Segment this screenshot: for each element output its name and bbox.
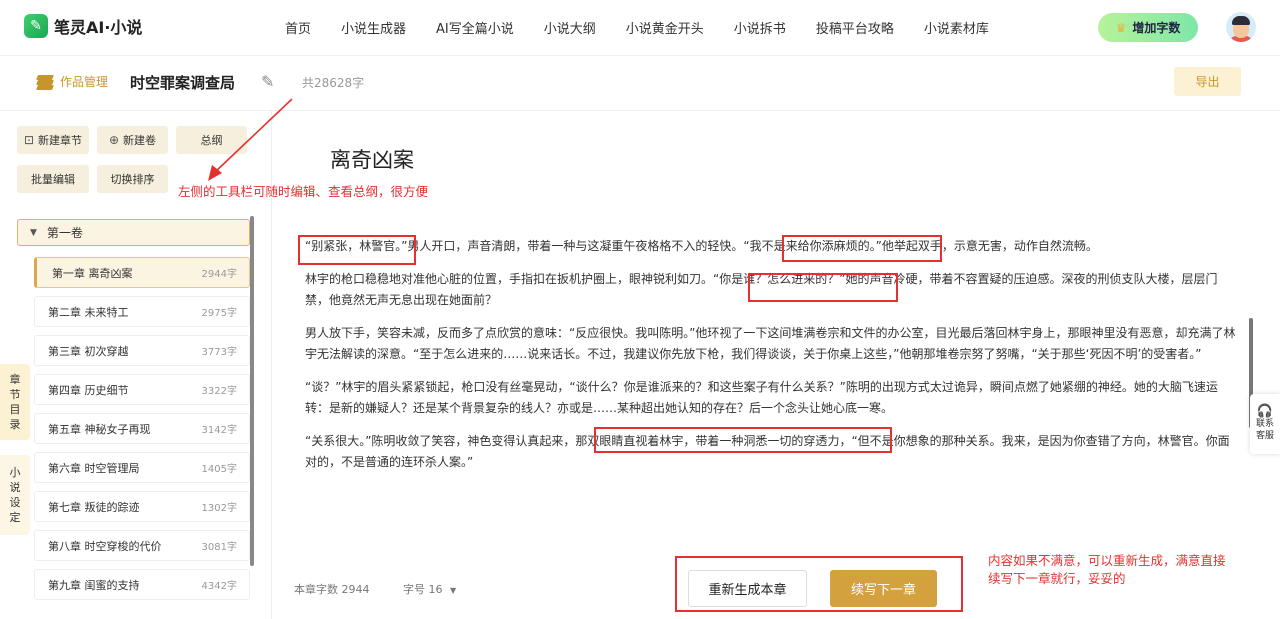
chapter-item[interactable]: 第六章 时空管理局 1405字: [34, 452, 250, 483]
switch-sort-button[interactable]: 切换排序: [97, 165, 168, 193]
chapter-item[interactable]: 第七章 叛徒的踪迹 1302字: [34, 491, 250, 522]
chapter-item[interactable]: 第八章 时空穿梭的代价 3081字: [34, 530, 250, 561]
work-header: 作品管理 时空罪案调查局 ✎ 共28628字 导出: [0, 56, 1280, 111]
chapter-label: 第三章 初次穿越: [48, 344, 129, 358]
tab-char: 录: [9, 418, 21, 431]
plus-circle-icon: ⊕: [108, 133, 120, 147]
chapter-word-count: 2944字: [201, 269, 237, 280]
layers-icon: [36, 74, 54, 90]
volume-header[interactable]: ▼ 第一卷: [17, 219, 250, 246]
chapter-list: 第一章 离奇凶案 2944字 第二章 未来特工 2975字 第三章 初次穿越 3773…: [34, 257, 250, 608]
novel-settings-tab[interactable]: 小 说 设 定: [0, 455, 30, 535]
chapter-item[interactable]: 第五章 神秘女子再现 3142字: [34, 413, 250, 444]
highlight-box: [594, 427, 892, 453]
chapter-word-count: 3322字: [201, 386, 237, 397]
chapter-word-count: 2975字: [201, 308, 237, 319]
tab-char: 章: [9, 373, 21, 386]
nav-item-home[interactable]: 首页: [270, 18, 326, 37]
sidebar-scrollbar[interactable]: [250, 216, 254, 566]
nav-item-material-library[interactable]: 小说素材库: [909, 18, 1004, 37]
tab-char: 定: [9, 511, 21, 524]
highlight-box: [782, 235, 942, 262]
paragraph: “谈？”林宇的眉头紧紧锁起，枪口没有丝毫晃动，“谈什么？你是谁派来的？和这些案子…: [305, 379, 1218, 416]
new-chapter-button[interactable]: ⊡ 新建章节: [17, 126, 89, 154]
nav-item-golden-opening[interactable]: 小说黄金开头: [611, 18, 719, 37]
chapter-catalog-tab[interactable]: 章 节 目 录: [0, 364, 30, 440]
user-avatar[interactable]: [1226, 12, 1256, 42]
chapter-label: 第二章 未来特工: [48, 305, 129, 319]
caret-down-icon: ▼: [30, 227, 37, 238]
annotation-line: 内容如果不满意，可以重新生成，满意直接: [988, 553, 1226, 568]
chapter-label: 第六章 时空管理局: [48, 461, 140, 475]
volume-label: 第一卷: [46, 226, 83, 240]
service-label: 客服: [1255, 431, 1274, 441]
chapter-word-count: 3142字: [201, 425, 237, 436]
nav-item-novel-generator[interactable]: 小说生成器: [326, 18, 421, 37]
nav-item-ai-full-novel[interactable]: AI写全篇小说: [421, 18, 529, 37]
tab-char: 节: [9, 388, 21, 401]
font-size-label: 字号 16: [403, 583, 443, 596]
chapter-label: 第四章 历史细节: [48, 383, 129, 397]
chapter-item[interactable]: 第二章 未来特工 2975字: [34, 296, 250, 327]
work-title: 时空罪案调查局: [130, 74, 236, 92]
paragraph: “别紧张，林警官。”男人开口，声音清朗，带着一种与这凝重午夜格格不入的轻快。“我…: [305, 239, 1098, 253]
continue-next-chapter-button[interactable]: 续写下一章: [830, 570, 937, 607]
chapter-label: 第九章 闺蜜的支持: [48, 578, 140, 592]
chapter-label: 第八章 时空穿梭的代价: [48, 539, 162, 553]
chapter-word-count: 4342字: [201, 581, 237, 592]
chapter-word-count: 1302字: [201, 503, 237, 514]
total-word-count: 共28628字: [302, 76, 365, 90]
annotation-bottom-right: 内容如果不满意，可以重新生成，满意直接 续写下一章就行，妥妥的: [988, 552, 1226, 588]
chapter-label: 第五章 神秘女子再现: [48, 422, 151, 436]
caret-down-icon: ▼: [450, 586, 457, 595]
top-navbar: ✎ 笔灵AI·小说 首页 小说生成器 AI写全篇小说 小说大纲 小说黄金开头 小…: [0, 0, 1280, 56]
export-button[interactable]: 导出: [1174, 67, 1241, 96]
service-label: 联系: [1255, 419, 1274, 429]
nav-item-book-analysis[interactable]: 小说拆书: [719, 18, 801, 37]
work-management-label: 作品管理: [60, 75, 109, 89]
add-words-label: 增加字数: [1132, 21, 1181, 35]
work-management-link[interactable]: 作品管理: [36, 73, 108, 90]
add-words-button[interactable]: ♛ 增加字数: [1098, 13, 1198, 42]
logo-text: 笔灵AI·小说: [54, 18, 143, 37]
chapter-item[interactable]: 第四章 历史细节 3322字: [34, 374, 250, 405]
chapter-word-count-label: 本章字数 2944: [294, 583, 370, 596]
new-chapter-label: 新建章节: [38, 134, 83, 147]
chapter-label: 第七章 叛徒的踪迹: [48, 500, 140, 514]
highlight-box: [298, 235, 416, 265]
tab-char: 小: [9, 466, 21, 479]
new-volume-label: 新建卷: [123, 134, 157, 147]
chapter-item[interactable]: 第一章 离奇凶案 2944字: [34, 257, 250, 288]
font-size-select[interactable]: 字号 16 ▼: [403, 581, 456, 597]
headset-icon: 🎧: [1256, 404, 1274, 419]
batch-edit-button[interactable]: 批量编辑: [17, 165, 89, 193]
nav-item-submission-guide[interactable]: 投稿平台攻略: [801, 18, 909, 37]
tab-char: 说: [9, 481, 21, 494]
chapter-item[interactable]: 第九章 闺蜜的支持 4342字: [34, 569, 250, 600]
chapter-word-count: 3081字: [201, 542, 237, 553]
highlight-box: [748, 273, 898, 302]
annotation-line: 续写下一章就行，妥妥的: [988, 571, 1126, 586]
annotation-left-tools: 左侧的工具栏可随时编辑、查看总纲，很方便: [178, 184, 429, 199]
chapter-title[interactable]: 离奇凶案: [330, 144, 414, 174]
main-nav: 首页 小说生成器 AI写全篇小说 小说大纲 小说黄金开头 小说拆书 投稿平台攻略…: [270, 18, 1004, 37]
tab-char: 目: [9, 403, 21, 416]
customer-service-button[interactable]: 🎧 联系 客服: [1250, 394, 1280, 454]
app-logo[interactable]: ✎ 笔灵AI·小说: [24, 14, 142, 38]
pen-logo-icon: ✎: [24, 14, 48, 38]
tab-char: 设: [9, 496, 21, 509]
nav-item-outline[interactable]: 小说大纲: [529, 18, 611, 37]
new-volume-button[interactable]: ⊕ 新建卷: [97, 126, 168, 154]
new-doc-icon: ⊡: [23, 133, 35, 147]
regenerate-chapter-button[interactable]: 重新生成本章: [688, 570, 807, 607]
chapter-label: 第一章 离奇凶案: [52, 266, 133, 280]
annotation-arrow-icon: [208, 98, 293, 181]
chapter-word-count: 1405字: [201, 464, 237, 475]
chapter-item[interactable]: 第三章 初次穿越 3773字: [34, 335, 250, 366]
paragraph: 男人放下手，笑容未减，反而多了点欣赏的意味：“反应很快。我叫陈明。”他环视了一下…: [305, 325, 1236, 362]
edit-title-icon[interactable]: ✎: [261, 72, 274, 91]
chapter-word-count: 3773字: [201, 347, 237, 358]
crown-icon: ♛: [1115, 20, 1127, 35]
